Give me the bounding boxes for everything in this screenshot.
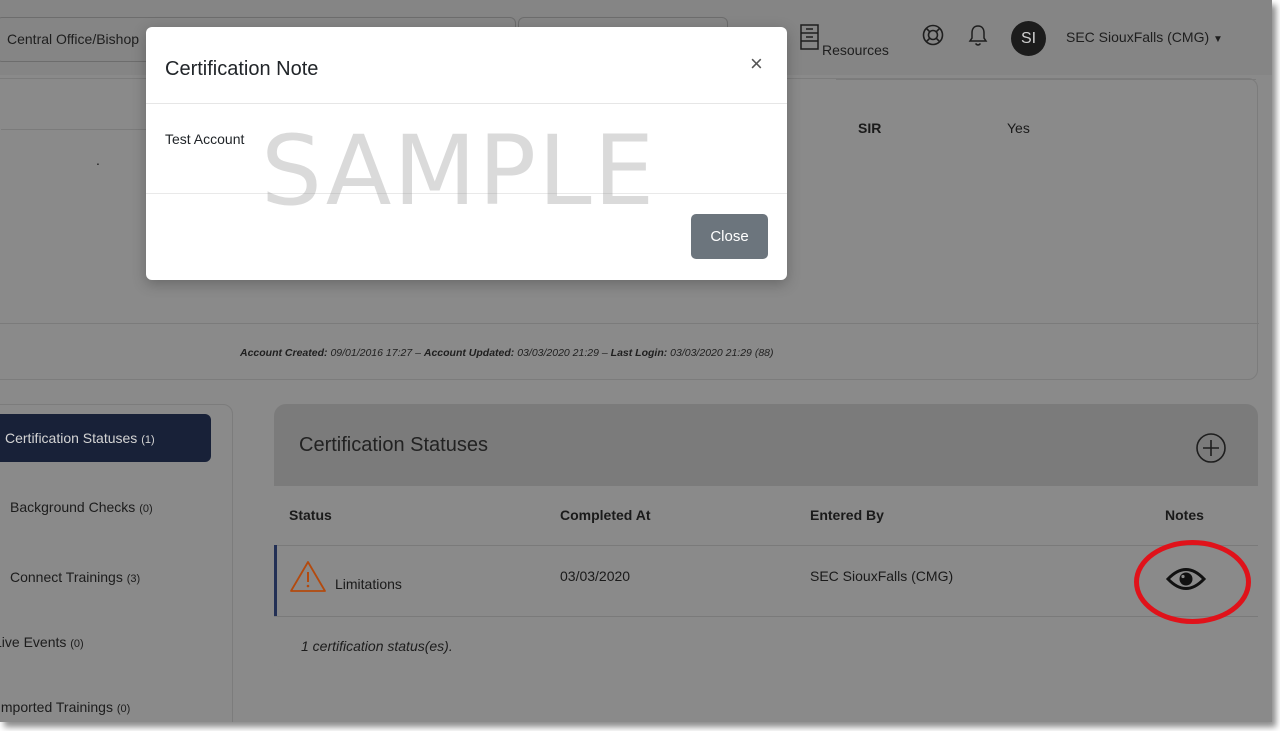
account-meta: Account Created: 09/01/2016 17:27 – Acco… — [240, 347, 774, 359]
status-count: 1 certification status(es). — [301, 638, 453, 654]
sidebar-item-background-checks[interactable]: Background Checks (0) — [10, 483, 232, 531]
entered-by-cell: SEC SiouxFalls (CMG) — [810, 568, 954, 584]
sir-value: Yes — [1007, 120, 1030, 136]
highlight-annotation — [1134, 540, 1251, 624]
status-cell: Limitations — [335, 576, 402, 592]
certification-statuses-panel: Certification Statuses Status Completed … — [274, 404, 1258, 672]
modal-title: Certification Note — [165, 58, 319, 80]
column-header-completed-at: Completed At — [560, 507, 651, 523]
sidebar-item-imported-trainings[interactable]: Imported Trainings (0) — [0, 683, 219, 722]
caret-down-icon: ▼ — [1213, 34, 1223, 45]
row-accent — [274, 545, 277, 616]
close-button[interactable]: Close — [691, 214, 768, 259]
completed-at-cell: 03/03/2020 — [560, 568, 631, 584]
close-icon[interactable]: × — [750, 53, 763, 75]
bell-icon[interactable] — [968, 24, 988, 48]
help-icon[interactable] — [922, 24, 944, 46]
sidebar-item-connect-trainings[interactable]: Connect Trainings (3) — [10, 553, 232, 601]
sidebar-item-certification-statuses[interactable]: Certification Statuses (1) — [0, 414, 211, 462]
modal-header: Certification Note × — [146, 27, 787, 104]
panel-title: Certification Statuses — [299, 434, 488, 456]
resources-label: Resources — [822, 42, 889, 58]
user-name: SEC SiouxFalls (CMG) — [1066, 29, 1210, 45]
app-frame: Central Office/Bishop Resources SI SEC S… — [0, 0, 1272, 722]
user-menu[interactable]: SEC SiouxFalls (CMG) ▼ — [1066, 29, 1223, 45]
avatar[interactable]: SI — [1011, 21, 1046, 56]
note-text: Test Account — [165, 131, 245, 147]
warning-icon — [290, 561, 326, 592]
column-header-notes: Notes — [1165, 507, 1204, 523]
resources-icon — [800, 24, 819, 50]
sir-label: SIR — [858, 120, 882, 136]
sidebar-item-live-events[interactable]: Live Events (0) — [0, 618, 216, 666]
panel-header: Certification Statuses — [274, 404, 1258, 486]
resources-link[interactable]: Resources — [800, 24, 889, 58]
column-header-status: Status — [289, 507, 332, 523]
profile-field-value: . — [96, 152, 100, 168]
certification-note-modal: Certification Note × Test Account Close — [146, 27, 787, 280]
column-header-entered-by: Entered By — [810, 507, 884, 523]
add-circle-icon[interactable] — [1195, 432, 1227, 464]
